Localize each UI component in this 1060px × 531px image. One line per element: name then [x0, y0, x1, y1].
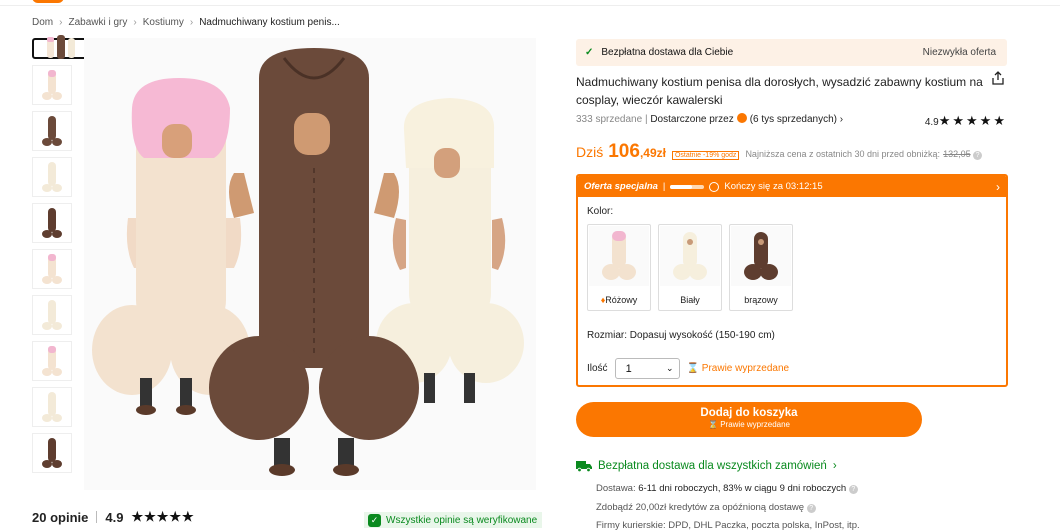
add-to-cart-label: Dodaj do koszyka: [700, 407, 798, 419]
seller-logo-icon: [736, 113, 747, 123]
breadcrumb-separator: ›: [189, 17, 194, 28]
special-offer-separator: |: [662, 181, 666, 192]
color-option-image: [589, 226, 649, 286]
rating-stars-icon: ★★★★★: [938, 113, 1007, 128]
reviews-rating: 4.9: [105, 509, 124, 525]
thumbnail[interactable]: [32, 157, 72, 197]
chevron-right-icon[interactable]: ›: [996, 180, 1000, 194]
free-shipping-label: Bezpłatna dostawa dla Ciebie: [601, 47, 734, 58]
countdown-text: Kończy się za 03:12:15: [724, 181, 823, 192]
product-title: Nadmuchiwany kostium penisa dla dorosłyc…: [576, 75, 983, 107]
product-rating[interactable]: 4.9★★★★★: [925, 113, 1007, 129]
thumbnail[interactable]: [32, 111, 72, 151]
top-bar: [0, 0, 1060, 6]
color-label: Kolor:: [587, 206, 614, 217]
truck-icon: [576, 461, 592, 472]
quantity-value: 1: [625, 362, 632, 375]
hourglass-icon: ⌛: [707, 420, 718, 429]
quantity-label: Ilość: [587, 363, 608, 374]
quantity-row: Ilość 1 ⌄ ⌛ Prawie wyprzedane: [587, 358, 789, 379]
color-option-label: Różowy: [605, 295, 638, 305]
delivery-credit: Zdobądź 20,00zł kredytów za opóźnioną do…: [596, 502, 816, 513]
thumbnail[interactable]: [32, 203, 72, 243]
lowest-price-note: Najniższa cena z ostatnich 30 dni przed …: [745, 149, 983, 160]
chevron-down-icon: ⌄: [666, 363, 674, 373]
thumbnail[interactable]: [32, 387, 72, 427]
hourglass-icon: ⌛: [686, 363, 700, 374]
breadcrumb-current: Nadmuchiwany kostium penis...: [199, 17, 340, 28]
thumbnail[interactable]: [32, 65, 72, 105]
special-offer-header[interactable]: Oferta specjalna | Kończy się za 03:12:1…: [578, 176, 1006, 197]
thumbnail[interactable]: [32, 341, 72, 381]
price-prefix: Dziś: [576, 144, 604, 160]
almost-sold-out: ⌛ Prawie wyprzedane: [686, 363, 790, 374]
color-option-label: Biały: [680, 295, 700, 305]
product-meta: 333 sprzedane | Dostarczone przez (6 tys …: [576, 113, 1007, 129]
free-delivery-label: Bezpłatna dostawa dla wszystkich zamówie…: [598, 460, 827, 472]
verified-label: Wszystkie opinie są weryfikowane: [386, 514, 538, 526]
color-option-label: brązowy: [744, 295, 778, 305]
old-price: 132,05: [943, 149, 971, 159]
logo[interactable]: [32, 0, 64, 3]
delivery-time: Dostawa: 6-11 dni roboczych, 83% w ciągu…: [596, 483, 858, 494]
color-option-image: [731, 226, 791, 286]
info-icon[interactable]: ?: [973, 151, 983, 160]
free-shipping-banner: ✓ Bezpłatna dostawa dla Ciebie Niezwykła …: [576, 39, 1007, 66]
divider: [96, 511, 98, 523]
price-block: Dziś 106 ,49zł Ostatnie -19% godz Najniż…: [576, 141, 983, 163]
discount-tag: Ostatnie -19% godz: [671, 151, 740, 160]
main-product-image[interactable]: [84, 38, 536, 490]
special-offer-label: Oferta specjalna: [584, 181, 658, 192]
add-to-cart-button[interactable]: Dodaj do koszyka ⌛ Prawie wyprzedane: [576, 402, 922, 437]
quantity-select[interactable]: 1 ⌄: [614, 358, 680, 379]
breadcrumb-separator: ›: [133, 17, 137, 28]
color-option-image: [660, 226, 720, 286]
share-icon[interactable]: [991, 71, 1005, 85]
offer-progress-bar: [670, 184, 705, 189]
thumbnail[interactable]: [32, 295, 72, 335]
size-label: Rozmiar:: [587, 330, 628, 341]
sold-count: 333 sprzedane: [576, 114, 643, 125]
size-value[interactable]: Dopasuj wysokość (150-190 cm): [630, 330, 775, 341]
info-icon[interactable]: ?: [848, 485, 858, 494]
size-row: Rozmiar: Dopasuj wysokość (150-190 cm): [587, 330, 775, 341]
color-option-pink[interactable]: ♦Różowy: [587, 224, 651, 311]
thumbnail-list: [32, 34, 97, 479]
verified-shield-icon: ✓: [368, 513, 381, 527]
reviews-summary[interactable]: 20 opinie 4.9 ★★★★★: [32, 509, 195, 525]
color-option-white[interactable]: Biały: [658, 224, 722, 311]
add-to-cart-sublabel: Prawie wyprzedane: [720, 420, 790, 429]
clock-icon: [709, 181, 720, 192]
offer-label: Niezwykła oferta: [922, 47, 996, 58]
info-icon[interactable]: ?: [806, 504, 816, 513]
thumbnail[interactable]: [32, 249, 72, 289]
price-fraction: ,49zł: [639, 146, 666, 160]
price-main: 106: [608, 141, 640, 162]
breadcrumb-item[interactable]: Zabawki i gry: [68, 17, 127, 28]
breadcrumb-item[interactable]: Dom: [32, 17, 53, 28]
rating-stars-icon: ★★★★★: [131, 509, 195, 524]
chevron-right-icon: ›: [832, 460, 837, 472]
check-icon: ✓: [585, 47, 594, 58]
breadcrumb-separator: ›: [59, 17, 63, 28]
free-delivery-link[interactable]: Bezpłatna dostawa dla wszystkich zamówie…: [576, 460, 837, 472]
color-option-brown[interactable]: brązowy: [729, 224, 793, 311]
breadcrumb: Dom › Zabawki i gry › Kostiumy › Nadmuchiwa…: [32, 17, 340, 28]
thumbnail[interactable]: [32, 433, 72, 473]
reviews-count[interactable]: 20 opinie: [32, 510, 88, 525]
seller-link[interactable]: Dostarczone przez (6 tys sprzedanych) ›: [650, 113, 843, 125]
breadcrumb-item[interactable]: Kostiumy: [143, 17, 184, 28]
